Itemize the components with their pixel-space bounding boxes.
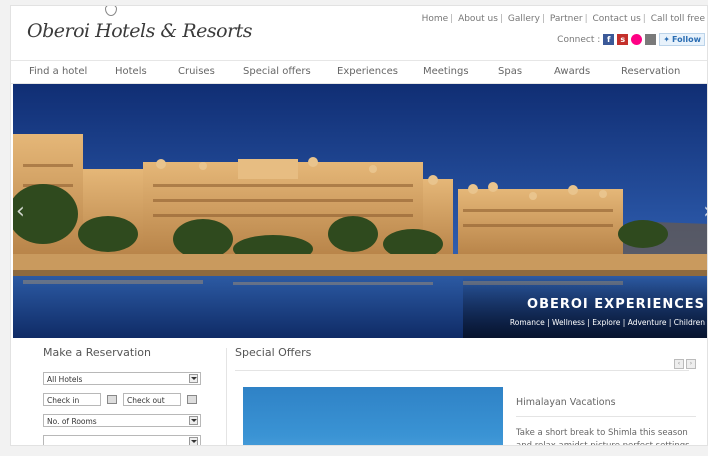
nav-special-offers[interactable]: Special offers: [243, 66, 311, 77]
flickr-icon[interactable]: [631, 34, 643, 45]
connect-label: Connect :: [557, 34, 601, 45]
rooms-select-value: No. of Rooms: [47, 417, 97, 426]
chevron-down-icon[interactable]: [189, 437, 198, 445]
myspace-icon[interactable]: [645, 34, 657, 45]
top-links: Home | About us | Gallery | Partner | Contac…: [421, 14, 705, 24]
brand-logo[interactable]: Oberoi Hotels & Resorts: [27, 20, 253, 42]
check-in-field[interactable]: Check in: [43, 393, 101, 406]
offers-rule: [235, 370, 689, 371]
stumbleupon-icon[interactable]: s: [617, 34, 629, 45]
offer-title[interactable]: Himalayan Vacations: [516, 397, 616, 408]
offer-description: Take a short break to Shimla this season…: [516, 428, 690, 446]
crest-icon: [105, 6, 117, 16]
offers-next-button[interactable]: ›: [686, 359, 696, 369]
contact-link[interactable]: Contact us: [592, 14, 640, 24]
calendar-icon[interactable]: [187, 395, 197, 404]
date-row: Check in Check out: [43, 393, 213, 406]
twitter-bird-icon: ✦: [663, 35, 670, 44]
special-offers-panel: Special Offers ‹ › Himalayan Vacations T…: [235, 346, 696, 445]
hotel-select[interactable]: All Hotels: [43, 372, 201, 385]
nav-spas[interactable]: Spas: [498, 66, 522, 77]
reservation-heading: Make a Reservation: [43, 346, 151, 359]
hero-title[interactable]: OBEROI EXPERIENCES: [527, 297, 705, 312]
nav-meetings[interactable]: Meetings: [423, 66, 469, 77]
offers-pager: ‹ ›: [674, 359, 696, 369]
column-divider: [226, 348, 227, 445]
check-out-field[interactable]: Check out: [123, 393, 181, 406]
hero-banner[interactable]: ‹ › OBEROI EXPERIENCES Romance | Wellnes…: [13, 84, 707, 338]
main-nav: Find a hotel Hotels Cruises Special offe…: [11, 60, 707, 84]
rooms-select[interactable]: No. of Rooms: [43, 414, 201, 427]
about-link[interactable]: About us: [458, 14, 498, 24]
nav-experiences[interactable]: Experiences: [337, 66, 398, 77]
chevron-down-icon[interactable]: [189, 416, 198, 425]
page: Oberoi Hotels & Resorts Home | About us | …: [10, 5, 708, 446]
header: Oberoi Hotels & Resorts Home | About us | …: [11, 6, 707, 58]
follow-label: Follow: [671, 35, 701, 44]
hero-prev-arrow[interactable]: ‹: [16, 199, 25, 224]
facebook-icon[interactable]: f: [603, 34, 615, 45]
extra-select[interactable]: [43, 435, 201, 445]
nav-hotels[interactable]: Hotels: [115, 66, 147, 77]
calendar-icon[interactable]: [107, 395, 117, 404]
home-link[interactable]: Home: [422, 14, 449, 24]
offer-image[interactable]: [243, 387, 503, 445]
hero-next-arrow[interactable]: ›: [703, 199, 707, 224]
offer-rule: [516, 416, 696, 417]
special-offers-heading: Special Offers: [235, 346, 312, 359]
twitter-follow-button[interactable]: ✦ Follow: [659, 33, 705, 46]
nav-find-hotel[interactable]: Find a hotel: [29, 66, 87, 77]
chevron-down-icon[interactable]: [189, 374, 198, 383]
toll-free-link[interactable]: Call toll free: [651, 14, 705, 24]
partner-link[interactable]: Partner: [550, 14, 583, 24]
nav-cruises[interactable]: Cruises: [178, 66, 215, 77]
reservation-panel: Make a Reservation All Hotels Check in C…: [43, 346, 213, 445]
hero-subtitle-links[interactable]: Romance | Wellness | Explore | Adventure…: [510, 318, 705, 327]
connect-row: Connect : f s ✦ Follow: [557, 33, 705, 46]
nav-awards[interactable]: Awards: [554, 66, 590, 77]
gallery-link[interactable]: Gallery: [508, 14, 540, 24]
offers-prev-button[interactable]: ‹: [674, 359, 684, 369]
nav-reservation[interactable]: Reservation: [621, 66, 680, 77]
hotel-select-value: All Hotels: [47, 375, 83, 384]
